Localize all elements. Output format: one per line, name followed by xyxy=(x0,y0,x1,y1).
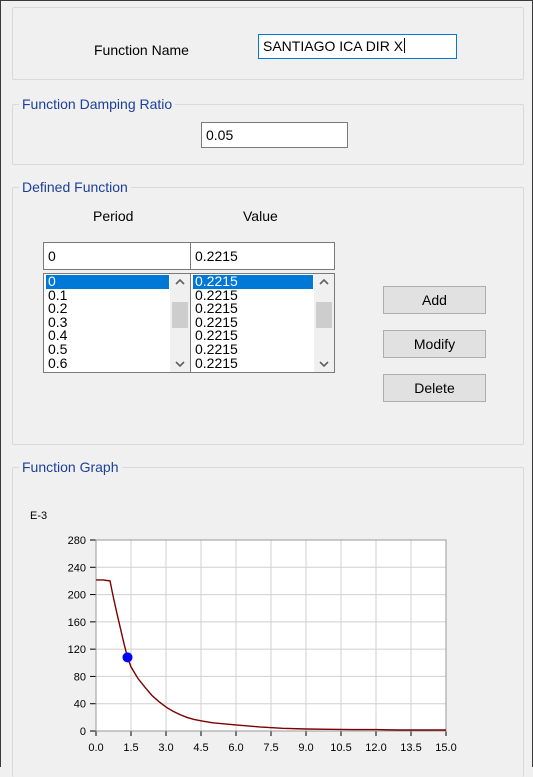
scroll-up-arrow-icon[interactable] xyxy=(170,274,190,290)
add-button[interactable]: Add xyxy=(383,286,486,314)
x-tick-label: 9.0 xyxy=(298,742,313,754)
defined-function-group: Defined Function Period Value 0 0.2215 0… xyxy=(12,179,524,445)
damping-ratio-value: 0.05 xyxy=(206,127,234,143)
period-list-scroll-thumb[interactable] xyxy=(172,302,188,328)
damping-ratio-input[interactable]: 0.05 xyxy=(201,122,348,148)
period-list-items: 0 0.1 0.2 0.3 0.4 0.5 0.6 xyxy=(46,274,169,371)
function-name-label: Function Name xyxy=(94,42,189,58)
y-tick-label: 40 xyxy=(74,699,86,711)
y-multiplier-label: E-3 xyxy=(30,510,47,522)
x-tick-label: 15.0 xyxy=(435,742,456,754)
scroll-up-arrow-icon[interactable] xyxy=(314,274,334,290)
period-list-item[interactable]: 0.6 xyxy=(46,356,169,371)
x-tick-label: 3.0 xyxy=(158,742,173,754)
value-listbox[interactable]: 0.2215 0.2215 0.2215 0.2215 0.2215 0.2215 0.22… xyxy=(190,273,335,373)
y-tick-label: 200 xyxy=(68,590,86,602)
value-input[interactable]: 0.2215 xyxy=(190,242,335,270)
defined-function-group-title: Defined Function xyxy=(19,179,131,195)
function-name-input[interactable]: SANTIAGO ICA DIR X xyxy=(258,34,457,59)
x-tick-label: 0.0 xyxy=(88,742,103,754)
scroll-down-arrow-icon[interactable] xyxy=(170,356,190,372)
value-list-items: 0.2215 0.2215 0.2215 0.2215 0.2215 0.2215 0.22… xyxy=(193,274,313,371)
modify-button[interactable]: Modify xyxy=(383,330,486,358)
period-column-header: Period xyxy=(93,208,134,224)
period-input[interactable]: 0 xyxy=(43,242,191,270)
period-input-value: 0 xyxy=(48,248,56,264)
function-graph-group: Function Graph 0.0 1.5 3.0 4.5 6.0 7.5 9.0 10.5… xyxy=(12,459,524,777)
damping-group-title: Function Damping Ratio xyxy=(19,96,176,112)
scroll-down-arrow-icon[interactable] xyxy=(314,356,334,372)
text-caret xyxy=(404,38,406,53)
y-tick-label: 0 xyxy=(80,726,86,738)
selected-point-marker xyxy=(122,652,133,663)
value-list-scroll-thumb[interactable] xyxy=(316,302,332,328)
y-tick-label: 80 xyxy=(74,671,86,683)
dialog-frame: Function Name SANTIAGO ICA DIR X Functio… xyxy=(0,0,533,777)
x-tick-label: 4.5 xyxy=(193,742,208,754)
delete-button[interactable]: Delete xyxy=(383,374,486,402)
y-tick-label: 160 xyxy=(68,617,86,629)
x-tick-label: 6.0 xyxy=(228,742,243,754)
x-tick-label: 1.5 xyxy=(123,742,138,754)
value-input-value: 0.2215 xyxy=(195,248,238,264)
y-tick-label: 120 xyxy=(68,644,86,656)
x-tick-label: 13.5 xyxy=(400,742,421,754)
function-graph: 0.0 1.5 3.0 4.5 6.0 7.5 9.0 10.5 12.0 13.5 15.0 0 40… xyxy=(30,510,457,754)
x-tick-label: 7.5 xyxy=(263,742,278,754)
y-tick-label: 280 xyxy=(68,535,86,547)
function-name-group: Function Name SANTIAGO ICA DIR X xyxy=(12,7,524,80)
value-list-item[interactable]: 0.2215 xyxy=(193,356,313,371)
x-tick-label: 12.0 xyxy=(365,742,386,754)
damping-group: Function Damping Ratio 0.05 xyxy=(12,96,524,165)
function-name-value: SANTIAGO ICA DIR X xyxy=(263,38,404,54)
period-list-scrollbar[interactable] xyxy=(170,274,190,372)
y-tick-label: 240 xyxy=(68,562,86,574)
period-listbox[interactable]: 0 0.1 0.2 0.3 0.4 0.5 0.6 xyxy=(43,273,191,373)
value-column-header: Value xyxy=(243,208,278,224)
x-tick-label: 10.5 xyxy=(330,742,351,754)
value-list-scrollbar[interactable] xyxy=(314,274,334,372)
